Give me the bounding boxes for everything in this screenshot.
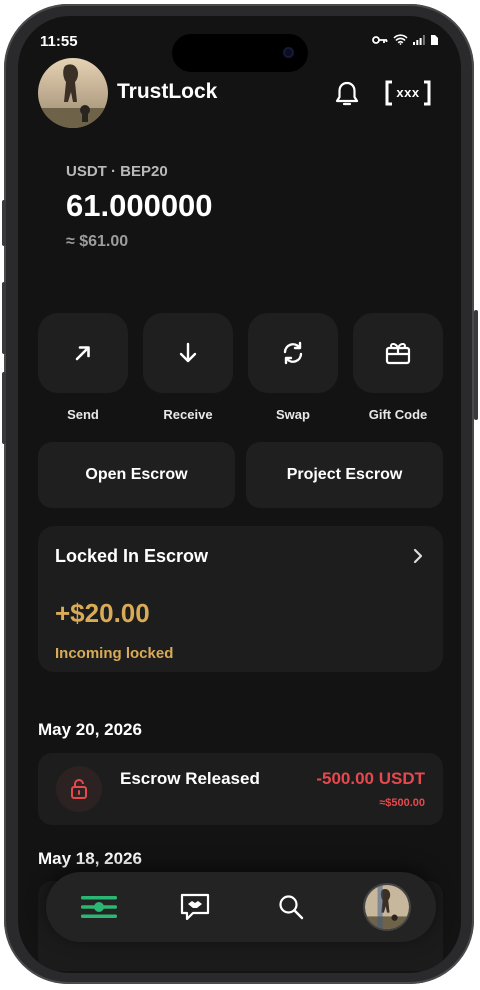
send-action[interactable]: Send	[38, 313, 128, 422]
arrow-up-right-icon	[75, 346, 90, 361]
receive-action[interactable]: Receive	[143, 313, 233, 422]
escrow-buttons: Open Escrow Project Escrow	[38, 442, 443, 508]
date-header: May 18, 2026	[38, 849, 142, 868]
project-escrow-button[interactable]: Project Escrow	[246, 442, 443, 508]
open-escrow-button[interactable]: Open Escrow	[38, 442, 235, 508]
gift-code-label: Gift Code	[368, 407, 428, 422]
locked-subtitle: Incoming locked	[55, 645, 174, 662]
quick-actions: Send Receive Swap Gift Code	[38, 313, 443, 422]
menu-icon	[81, 896, 117, 918]
signal-icon	[413, 34, 425, 45]
bell-icon[interactable]	[334, 80, 360, 113]
status-time: 11:55	[40, 33, 78, 50]
swap-action[interactable]: Swap	[248, 313, 338, 422]
search-icon	[279, 895, 304, 920]
swap-label: Swap	[276, 407, 310, 422]
send-button[interactable]	[38, 313, 128, 393]
wifi-icon	[393, 34, 408, 45]
transaction-amount: -500.00 USDT	[316, 769, 425, 788]
handshake-chat-icon	[180, 893, 210, 921]
receive-button[interactable]	[143, 313, 233, 393]
avatar[interactable]	[38, 58, 108, 128]
asset-label: USDT · BEP20	[66, 163, 168, 180]
action-button	[2, 200, 6, 246]
date-header: May 20, 2026	[38, 720, 142, 739]
balance-value: 61.000000	[66, 188, 213, 223]
app-screen: 11:55 TrustLock xxx USDT · BEP20 61.0000…	[18, 16, 461, 973]
gift-code-button[interactable]	[353, 313, 443, 393]
status-icons	[372, 34, 439, 45]
swap-icon	[283, 341, 303, 365]
escrow-chat-nav-item[interactable]	[172, 884, 218, 930]
search-nav-item[interactable]	[268, 884, 314, 930]
volume-down-button	[2, 372, 6, 444]
key-icon	[372, 35, 388, 44]
locked-title: Locked In Escrow	[55, 546, 209, 566]
receive-label: Receive	[163, 407, 213, 422]
fiat-value: ≈ $61.00	[66, 233, 129, 250]
lock-open-icon	[56, 766, 102, 812]
transaction-row[interactable]: Escrow Released -500.00 USDT ≈$500.00	[38, 753, 443, 825]
gift-code-action[interactable]: Gift Code	[353, 313, 443, 422]
bottom-navigation	[46, 872, 436, 942]
transaction-name: Escrow Released	[120, 769, 260, 788]
menu-nav-item[interactable]	[76, 884, 122, 930]
camera-icon	[283, 47, 294, 58]
volume-up-button	[2, 282, 6, 354]
battery-icon	[431, 35, 438, 45]
dynamic-island	[172, 34, 308, 72]
send-label: Send	[67, 407, 99, 422]
qr-label: xxx	[396, 85, 420, 100]
power-button	[474, 310, 478, 420]
profile-nav-item[interactable]	[364, 884, 410, 930]
gift-icon	[385, 342, 411, 365]
transaction-fiat: ≈$500.00	[379, 797, 425, 809]
swap-button[interactable]	[248, 313, 338, 393]
locked-amount: +$20.00	[55, 598, 150, 628]
chevron-right-icon	[413, 548, 423, 569]
locked-escrow-card[interactable]: Locked In Escrow +$20.00 Incoming locked	[38, 526, 443, 672]
arrow-down-icon	[179, 342, 197, 363]
profile-avatar	[365, 885, 409, 929]
app-name: TrustLock	[117, 80, 218, 103]
qr-scan-button[interactable]: xxx	[385, 80, 431, 106]
